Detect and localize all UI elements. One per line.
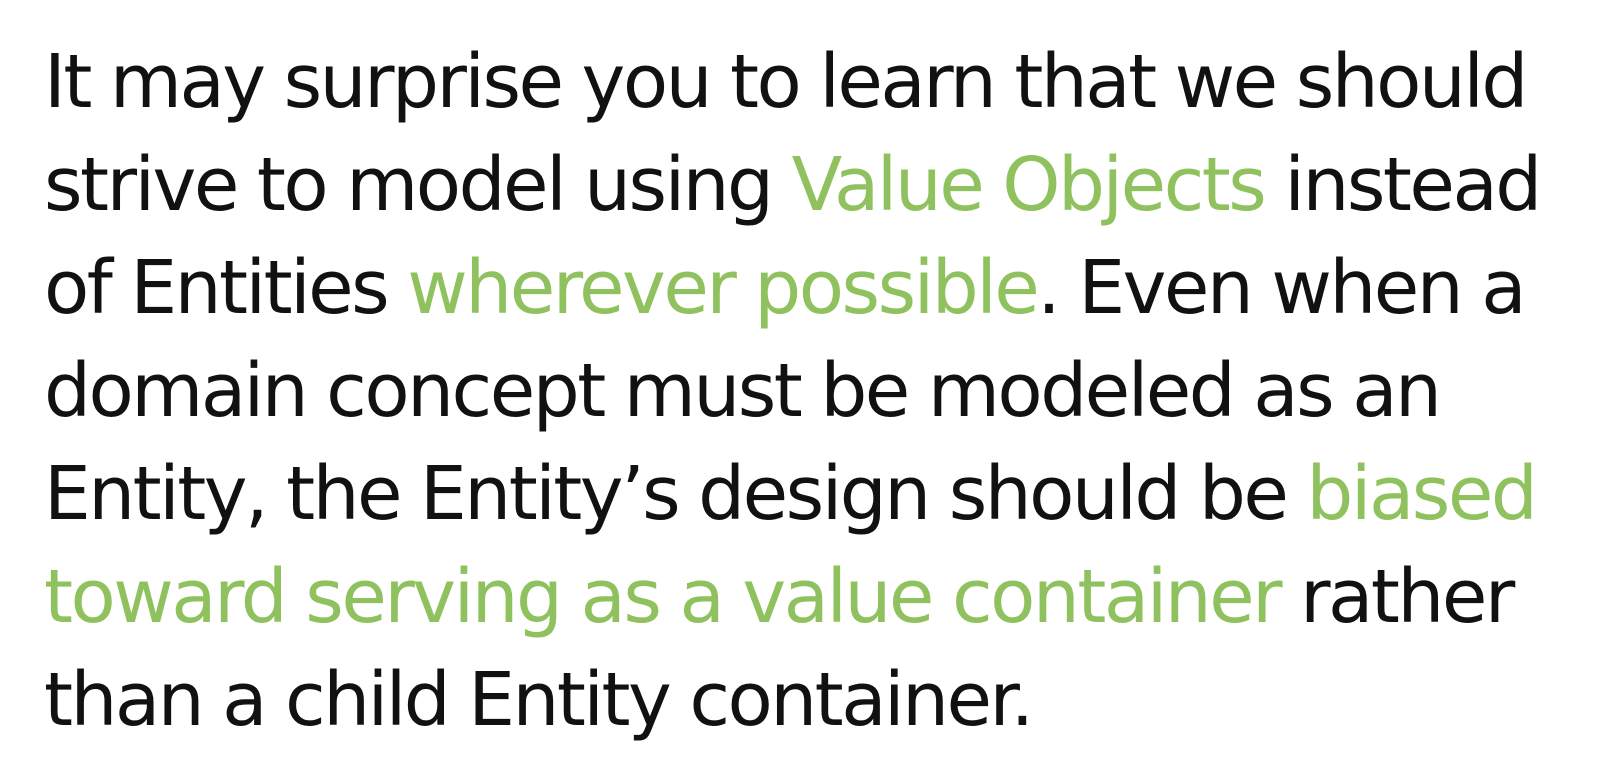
quote-text: strive to model using bbox=[44, 142, 792, 228]
quote-line-6: toward serving as a value container rath… bbox=[44, 546, 1584, 649]
highlight-value-objects: Value Objects bbox=[791, 142, 1267, 228]
quote-line-2: strive to model using Value Objects inst… bbox=[44, 134, 1584, 237]
quote-text: Entity, the Entity’s design should be bbox=[44, 451, 1307, 537]
quote-line-4: domain concept must be modeled as an bbox=[44, 340, 1584, 443]
quote-paragraph: It may surprise you to learn that we sho… bbox=[44, 31, 1584, 752]
slide: It may surprise you to learn that we sho… bbox=[0, 0, 1602, 777]
quote-line-3: of Entities wherever possible. Even when… bbox=[44, 237, 1584, 340]
quote-text: . Even when a bbox=[1037, 245, 1526, 331]
quote-text: domain concept must be modeled as an bbox=[44, 348, 1442, 434]
quote-text: of Entities bbox=[44, 245, 408, 331]
highlight-wherever-possible: wherever possible bbox=[407, 245, 1040, 331]
quote-line-7: than a child Entity container. bbox=[44, 649, 1584, 752]
quote-line-5: Entity, the Entity’s design should be bi… bbox=[44, 443, 1584, 546]
highlight-value-container: toward serving as a value container bbox=[44, 554, 1283, 640]
highlight-biased: biased bbox=[1306, 451, 1537, 537]
quote-line-1: It may surprise you to learn that we sho… bbox=[44, 31, 1584, 134]
quote-text: than a child Entity container. bbox=[44, 657, 1034, 743]
quote-text: instead bbox=[1264, 142, 1542, 228]
quote-text: rather bbox=[1280, 554, 1515, 640]
quote-text: It may surprise you to learn that we sho… bbox=[44, 39, 1528, 125]
